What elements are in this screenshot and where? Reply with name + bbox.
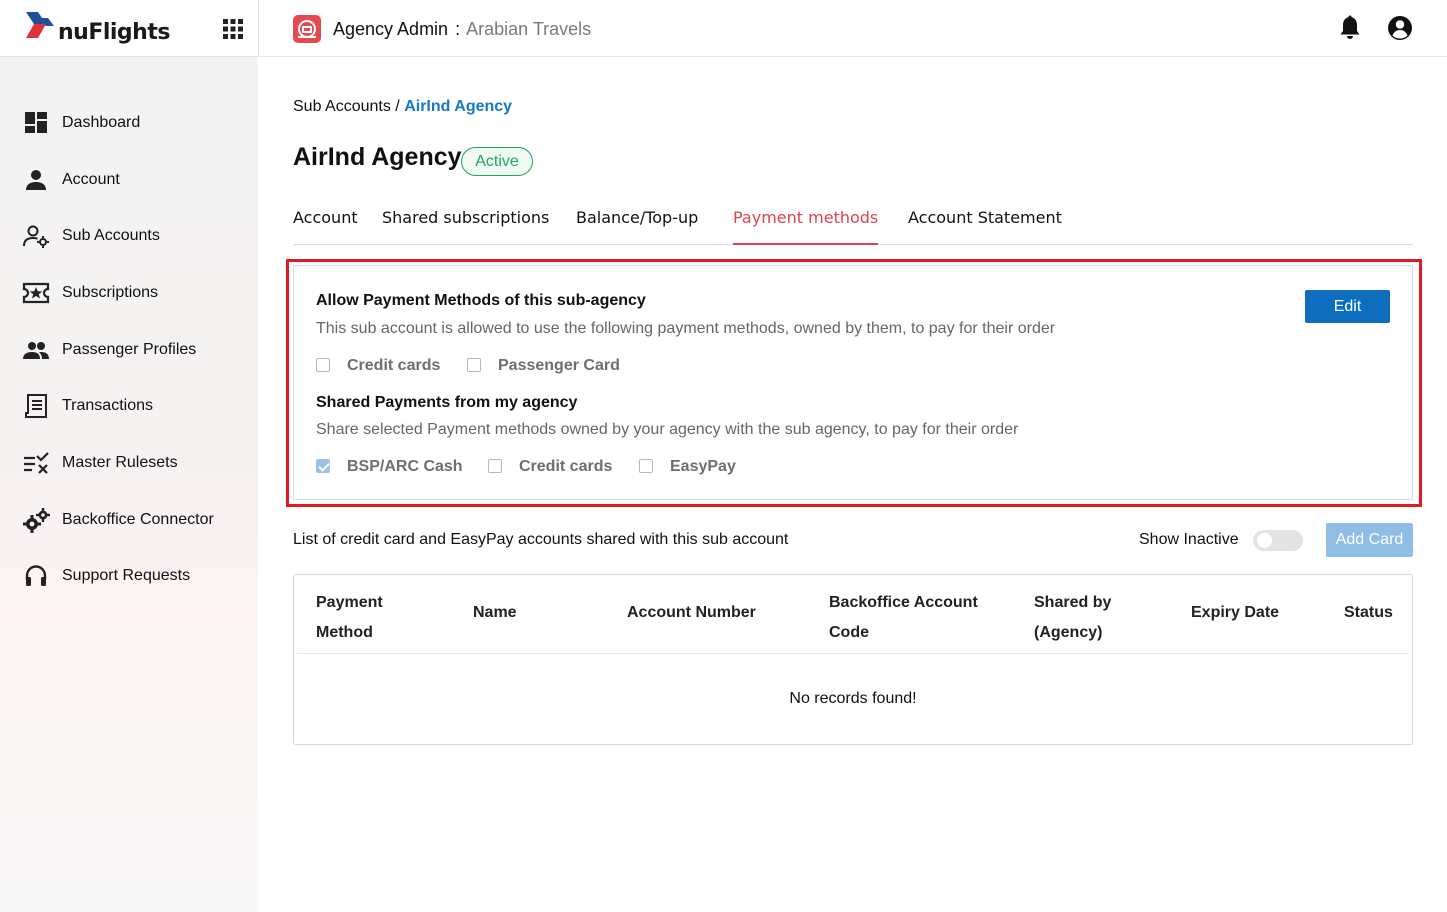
ticket-star-icon [22, 280, 50, 306]
shared-bsp-arc-cash-label: BSP/ARC Cash [347, 458, 463, 475]
allow-passenger-card-label: Passenger Card [498, 357, 620, 374]
sidebar-item-support-requests[interactable]: Support Requests [0, 556, 258, 596]
breadcrumb-parent-link[interactable]: Sub Accounts [293, 98, 391, 115]
column-header-line: Shared by [1034, 594, 1112, 611]
column-header-line: Method [316, 624, 373, 641]
edit-button[interactable]: Edit [1305, 290, 1390, 323]
column-header-account-number[interactable]: Account Number [627, 598, 756, 628]
header-divider [258, 0, 259, 57]
tab-shared-subscriptions[interactable]: Shared subscriptions [382, 208, 549, 245]
admin-separator: : [455, 19, 461, 39]
sidebar-item-account[interactable]: Account [0, 160, 258, 200]
column-header-line: Backoffice Account [829, 594, 978, 611]
logo-mark-icon [26, 12, 54, 38]
people-icon [22, 337, 50, 363]
show-inactive-toggle[interactable] [1253, 530, 1303, 551]
sidebar-item-master-rulesets[interactable]: Master Rulesets [0, 443, 258, 483]
receipt-icon [22, 393, 50, 419]
agency-admin-title: Agency Admin : Arabian Travels [333, 19, 591, 40]
column-header-line: Code [829, 624, 869, 641]
tab-account-statement[interactable]: Account Statement [908, 208, 1062, 245]
agency-admin-icon [292, 14, 322, 44]
person-icon [22, 167, 50, 193]
add-card-button[interactable]: Add Card [1326, 523, 1413, 557]
sidebar-item-label: Subscriptions [62, 284, 159, 301]
status-badge: Active [461, 147, 533, 176]
column-header-line: (Agency) [1034, 624, 1103, 641]
column-header-backoffice-account-code[interactable]: Backoffice Account Code [829, 588, 978, 648]
sidebar-item-label: Backoffice Connector [62, 511, 214, 528]
show-inactive-label: Show Inactive [1139, 531, 1239, 548]
notification-bell-icon[interactable] [1338, 15, 1362, 41]
allow-methods-description: This sub account is allowed to use the f… [316, 320, 1056, 337]
shared-payments-title: Shared Payments from my agency [316, 394, 578, 411]
sidebar-item-label: Sub Accounts [62, 227, 160, 244]
column-header-name[interactable]: Name [473, 598, 517, 628]
headset-icon [22, 563, 50, 589]
column-header-expiry-date[interactable]: Expiry Date [1191, 598, 1279, 628]
allow-passenger-card-checkbox[interactable] [467, 358, 481, 372]
shared-bsp-arc-cash-checkbox[interactable] [316, 459, 330, 473]
shared-payments-description: Share selected Payment methods owned by … [316, 421, 1019, 438]
breadcrumb-separator: / [395, 98, 400, 115]
gears-icon [22, 507, 50, 533]
dashboard-icon [22, 110, 50, 136]
logo-text: nuFlights [58, 20, 170, 45]
sub-accounts-icon [22, 223, 50, 249]
tab-bar: Account Shared subscriptions Balance/Top… [293, 200, 1413, 245]
shared-accounts-caption: List of credit card and EasyPay accounts… [293, 531, 789, 548]
column-header-line: Payment [316, 594, 383, 611]
toggle-knob [1257, 533, 1272, 548]
breadcrumb: Sub Accounts / AirInd Agency [293, 98, 512, 116]
shared-credit-cards-label: Credit cards [519, 458, 613, 475]
column-header-line: Status [1344, 604, 1393, 621]
sidebar-item-label: Passenger Profiles [62, 341, 197, 358]
shared-credit-cards-checkbox[interactable] [488, 459, 502, 473]
user-account-icon[interactable] [1386, 14, 1414, 42]
table-header-divider [297, 653, 1409, 654]
allow-credit-cards-label: Credit cards [347, 357, 441, 374]
sidebar-item-label: Dashboard [62, 114, 141, 131]
tab-payment-methods[interactable]: Payment methods [733, 208, 879, 245]
column-header-status[interactable]: Status [1344, 598, 1393, 628]
shared-easypay-label: EasyPay [670, 458, 736, 475]
page-title: AirInd Agency [293, 143, 462, 171]
sidebar-item-dashboard[interactable]: Dashboard [0, 103, 258, 143]
apps-grid-icon[interactable] [222, 18, 244, 40]
column-header-payment-method[interactable]: Payment Method [316, 588, 383, 648]
sidebar-item-label: Support Requests [62, 567, 191, 584]
top-header: nuFlights Agency Admin : Arabian Travels [0, 0, 1447, 57]
sidebar-item-label: Transactions [62, 397, 153, 414]
allow-methods-title: Allow Payment Methods of this sub-agency [316, 292, 646, 309]
column-header-line: Account Number [627, 604, 756, 621]
allow-credit-cards-checkbox[interactable] [316, 358, 330, 372]
sidebar-item-sub-accounts[interactable]: Sub Accounts [0, 216, 258, 256]
sidebar-item-backoffice-connector[interactable]: Backoffice Connector [0, 500, 258, 540]
sidebar-item-subscriptions[interactable]: Subscriptions [0, 273, 258, 313]
sidebar-item-label: Account [62, 171, 120, 188]
shared-easypay-checkbox[interactable] [639, 459, 653, 473]
tab-account[interactable]: Account [293, 208, 358, 245]
sidebar: Dashboard Account Sub Accounts Subscript… [0, 57, 258, 912]
sidebar-item-label: Master Rulesets [62, 454, 178, 471]
column-header-line: Expiry Date [1191, 604, 1280, 621]
tab-balance-top-up[interactable]: Balance/Top-up [576, 208, 698, 245]
sidebar-item-passenger-profiles[interactable]: Passenger Profiles [0, 330, 258, 370]
column-header-line: Name [473, 604, 517, 621]
empty-state-message: No records found! [789, 690, 917, 707]
breadcrumb-current: AirInd Agency [404, 98, 513, 115]
rules-icon [22, 450, 50, 476]
sidebar-item-transactions[interactable]: Transactions [0, 386, 258, 426]
column-header-shared-by[interactable]: Shared by (Agency) [1034, 588, 1111, 648]
nuflights-logo[interactable]: nuFlights [24, 9, 174, 49]
organization-name: Arabian Travels [466, 19, 592, 39]
admin-label: Agency Admin [333, 19, 449, 39]
